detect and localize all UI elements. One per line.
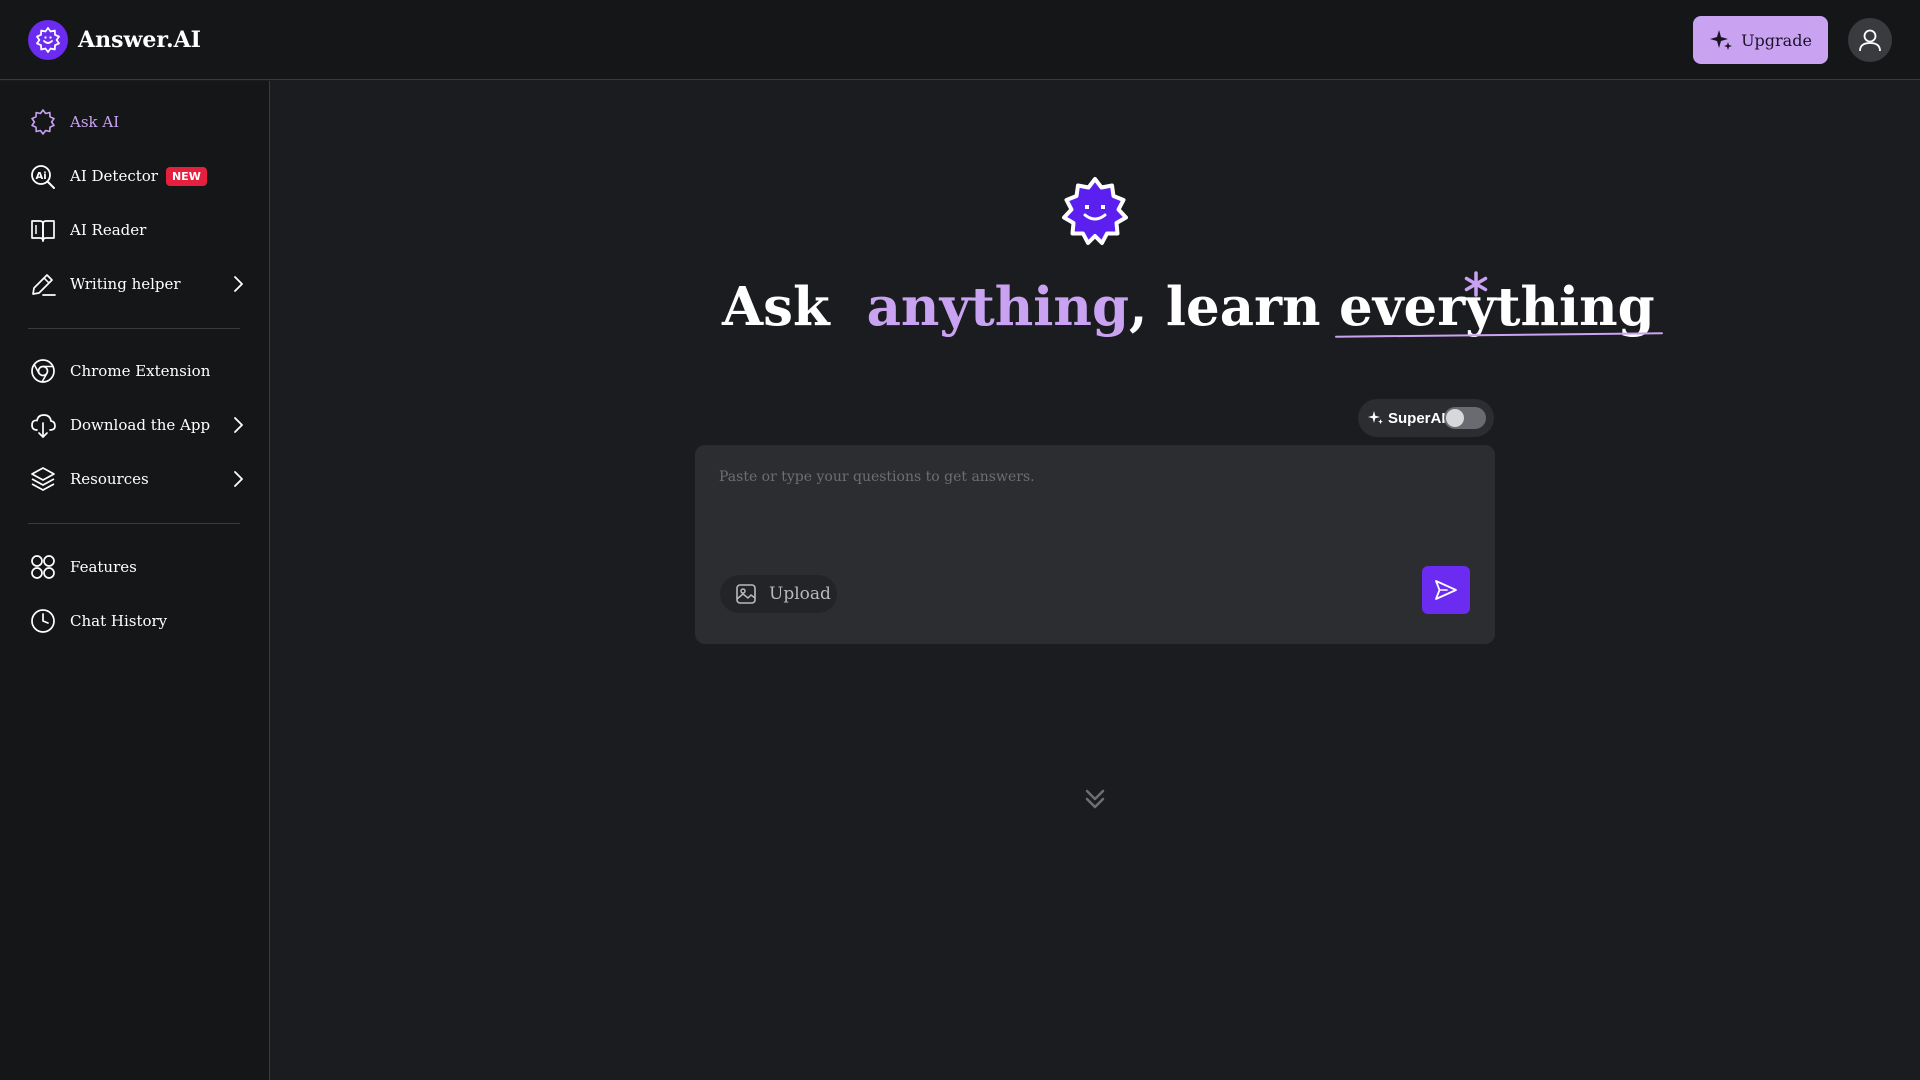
sidebar-item-features[interactable]: Features xyxy=(28,547,248,587)
sidebar-item-ask-ai[interactable]: Ask AI xyxy=(28,102,248,142)
sidebar-item-label: Ask AI xyxy=(70,113,120,131)
superai-switch[interactable] xyxy=(1444,407,1486,429)
upload-label: Upload xyxy=(769,584,831,604)
sidebar-divider xyxy=(28,523,240,524)
user-icon xyxy=(1859,29,1881,52)
sidebar-item-label: Download the App xyxy=(70,416,211,434)
brand[interactable]: Answer.AI xyxy=(28,20,201,60)
download-icon xyxy=(28,410,58,440)
question-input[interactable] xyxy=(719,469,1459,529)
upgrade-button[interactable]: Upgrade xyxy=(1693,16,1828,64)
ask-box: Upload xyxy=(695,445,1495,644)
upload-button[interactable]: Upload xyxy=(720,575,837,613)
send-button[interactable] xyxy=(1422,566,1470,614)
headline-word-everything: everything xyxy=(1339,276,1655,338)
asterisk-icon xyxy=(1462,270,1490,302)
chevron-right-icon xyxy=(228,415,248,439)
chevron-right-icon xyxy=(228,469,248,493)
hero-headline: Ask anything, learn everything xyxy=(722,276,1655,356)
headline-word-anything: anything xyxy=(866,276,1130,338)
scroll-down-icon[interactable] xyxy=(1082,786,1108,816)
superai-label: SuperAI xyxy=(1388,409,1446,427)
sidebar-item-label: Resources xyxy=(70,470,149,488)
ask-ai-icon xyxy=(28,107,58,137)
sidebar-item-chat-history[interactable]: Chat History xyxy=(28,601,248,641)
sidebar-item-label: AI Reader xyxy=(70,221,147,239)
sidebar-item-label: Chrome Extension xyxy=(70,362,211,380)
upgrade-label: Upgrade xyxy=(1741,30,1812,50)
sidebar-item-ai-reader[interactable]: AI Reader xyxy=(28,210,248,250)
sidebar: Ask AI Ai AI Detector NEW AI Reader Writ… xyxy=(0,81,270,1080)
superai-toggle[interactable]: SuperAI xyxy=(1358,399,1494,437)
sparkle-icon xyxy=(1710,30,1733,50)
sidebar-item-label: Features xyxy=(70,558,137,576)
clock-icon xyxy=(28,606,58,636)
sidebar-divider xyxy=(28,328,240,329)
headline-comma: , xyxy=(1129,276,1148,338)
headline-word-learn: learn xyxy=(1165,276,1321,338)
sidebar-item-ai-detector[interactable]: Ai AI Detector NEW xyxy=(28,156,248,196)
sidebar-item-label: Writing helper xyxy=(70,275,181,293)
sidebar-item-download-app[interactable]: Download the App xyxy=(28,405,248,445)
sidebar-item-writing-helper[interactable]: Writing helper xyxy=(28,264,248,304)
sidebar-item-label: AI Detector xyxy=(70,167,158,185)
switch-knob xyxy=(1446,409,1464,427)
chrome-icon xyxy=(28,356,58,386)
chevron-right-icon xyxy=(228,274,248,298)
hero-logo-icon xyxy=(1058,176,1132,254)
new-badge: NEW xyxy=(165,166,207,186)
top-bar: Answer.AI Upgrade xyxy=(0,0,1920,80)
grid-circles-icon xyxy=(28,552,58,582)
headline-word-ask: Ask xyxy=(722,276,830,338)
sparkle-icon xyxy=(1368,411,1383,425)
sidebar-item-resources[interactable]: Resources xyxy=(28,459,248,499)
brand-name: Answer.AI xyxy=(78,27,201,53)
brand-logo-icon xyxy=(28,20,68,60)
user-avatar-button[interactable] xyxy=(1848,18,1892,62)
ai-detector-icon: Ai xyxy=(28,161,58,191)
pen-icon xyxy=(28,269,58,299)
image-upload-icon xyxy=(736,584,756,604)
svg-text:Ai: Ai xyxy=(36,171,47,182)
send-icon xyxy=(1435,580,1457,600)
book-icon xyxy=(28,215,58,245)
sidebar-item-label: Chat History xyxy=(70,612,168,630)
sidebar-item-chrome-extension[interactable]: Chrome Extension xyxy=(28,351,248,391)
layers-icon xyxy=(28,464,58,494)
